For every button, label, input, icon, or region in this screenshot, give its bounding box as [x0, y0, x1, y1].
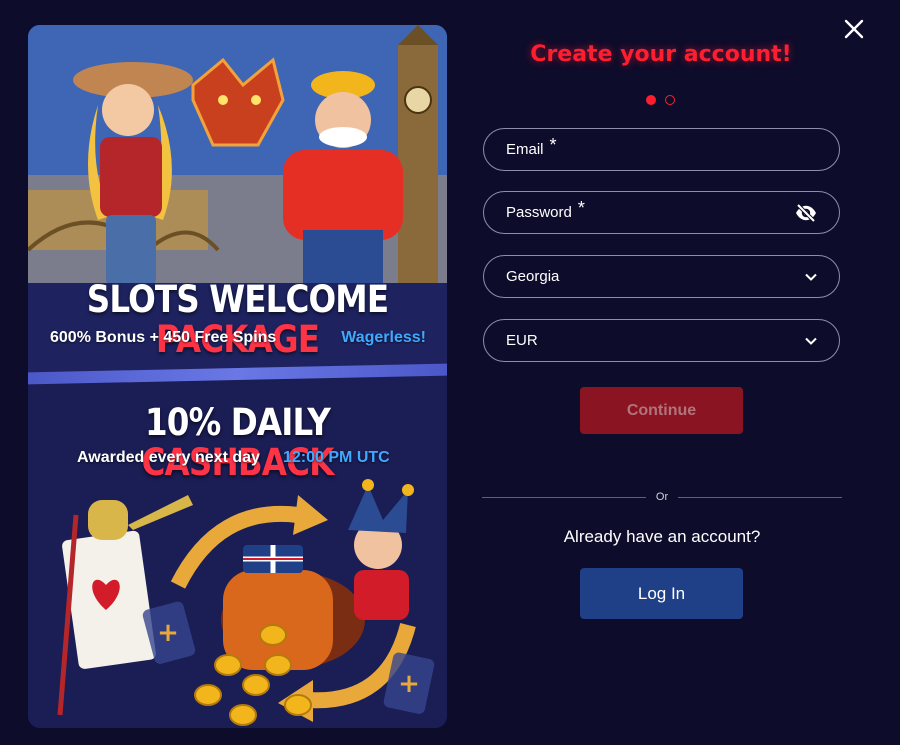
currency-select[interactable]: EUR	[483, 319, 840, 362]
promo-banner: + + SLOTS WELCOME PACKAGE 600% Bonus + 4…	[28, 25, 447, 728]
or-line-right	[678, 496, 843, 498]
step-indicator	[646, 95, 675, 105]
promo-bonus-text: 600% Bonus + 450 Free Spins	[50, 329, 277, 346]
chevron-down-icon	[805, 337, 817, 345]
promo-cashback-text: Awarded every next day	[77, 449, 260, 466]
currency-value: EUR	[506, 332, 538, 349]
svg-text:+: +	[157, 618, 179, 648]
or-line-left	[482, 496, 646, 498]
email-required-mark: *	[549, 135, 557, 155]
promo-wagerless-text: Wagerless!	[341, 329, 426, 346]
country-select[interactable]: Georgia	[483, 255, 840, 298]
password-label: Password	[506, 204, 572, 221]
step-dot-1	[646, 95, 656, 105]
email-label: Email	[506, 141, 544, 158]
country-value: Georgia	[506, 268, 560, 285]
already-account-text: Already have an account?	[563, 527, 761, 546]
close-icon	[844, 19, 864, 39]
or-divider: Or	[482, 490, 843, 504]
svg-text:+: +	[398, 669, 420, 699]
close-button[interactable]	[841, 16, 867, 42]
continue-button[interactable]: Continue	[580, 387, 743, 434]
password-toggle-button[interactable]	[795, 203, 817, 222]
promo-headline-welcome: SLOTS WELCOME PACKAGE	[86, 278, 389, 361]
login-button[interactable]: Log In	[580, 568, 743, 619]
email-field[interactable]: Email *	[483, 128, 840, 171]
or-label: Or	[655, 491, 669, 503]
promo-cashback-time: 12:00 PM UTC	[283, 449, 390, 466]
form-title: Create your account!	[530, 42, 792, 67]
password-field[interactable]: Password *	[483, 191, 840, 234]
chevron-down-icon	[805, 273, 817, 281]
step-dot-2	[665, 95, 675, 105]
promo-headline-cashback: 10% DAILY CASHBACK	[141, 401, 335, 484]
password-required-mark: *	[577, 198, 585, 218]
eye-slash-icon	[796, 203, 816, 222]
